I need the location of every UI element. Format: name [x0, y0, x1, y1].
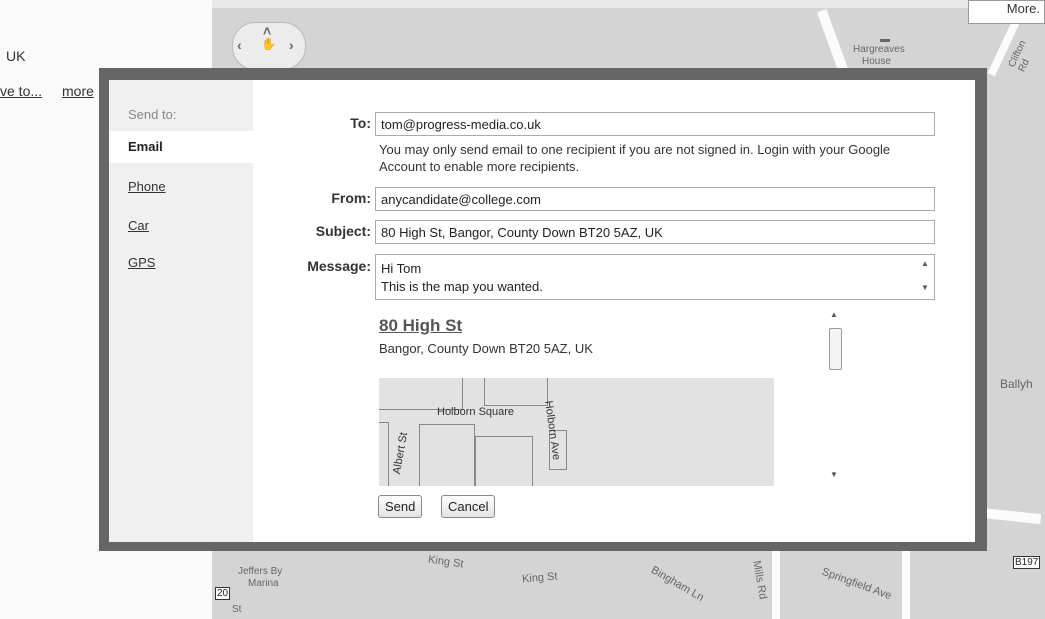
sidebar-title: Send to:	[128, 107, 177, 122]
from-label: From:	[331, 190, 371, 206]
link-fragment-1[interactable]: ve to...	[0, 83, 42, 99]
map-block	[475, 436, 533, 486]
map-block	[379, 422, 389, 486]
pan-control[interactable]: ‹ ˄ ✋ ›	[232, 22, 306, 70]
map-road	[902, 548, 910, 619]
map-block	[484, 378, 548, 406]
map-preview: 80 High St Bangor, County Down BT20 5AZ,…	[375, 306, 861, 486]
street-label: Holborn Square	[437, 406, 515, 418]
pan-left-icon[interactable]: ‹	[237, 37, 242, 53]
map-label: Ballyh	[1000, 377, 1033, 391]
link-fragment-2[interactable]: more	[62, 83, 94, 99]
hand-icon[interactable]: ✋	[261, 37, 276, 51]
sidebar-item-car[interactable]: Car	[128, 218, 149, 233]
subject-field[interactable]	[375, 220, 935, 244]
send-to-sidebar: Send to: Email Phone Car GPS	[109, 80, 254, 542]
map-block	[419, 424, 475, 486]
scroll-down-icon[interactable]: ▼	[830, 470, 838, 479]
scroll-up-icon[interactable]: ▲	[830, 310, 838, 319]
to-label: To:	[350, 115, 371, 131]
scroll-thumb[interactable]	[829, 328, 842, 370]
to-field[interactable]	[375, 112, 935, 136]
sidebar-item-email[interactable]: Email	[109, 131, 254, 163]
preview-address: Bangor, County Down BT20 5AZ, UK	[379, 341, 593, 356]
sidebar-item-gps[interactable]: GPS	[128, 255, 155, 270]
road-number-badge: 20	[215, 587, 231, 600]
road-badge: B197	[1013, 556, 1041, 569]
map-road	[772, 548, 780, 619]
message-textarea[interactable]: Hi Tom This is the map you wanted. ▲ ▼	[375, 254, 935, 300]
more-button[interactable]: More.	[968, 0, 1045, 24]
recipient-note: You may only send email to one recipient…	[379, 142, 891, 174]
scroll-down-icon[interactable]: ▼	[921, 283, 929, 292]
scroll-up-icon[interactable]: ▲	[921, 259, 929, 268]
pan-right-icon[interactable]: ›	[289, 37, 294, 53]
from-field[interactable]	[375, 187, 935, 211]
street-label: Albert St	[391, 431, 411, 476]
message-label: Message:	[307, 258, 371, 274]
message-scrollbar[interactable]: ▲ ▼	[918, 255, 934, 299]
message-line: This is the map you wanted.	[381, 279, 543, 294]
message-line: Hi Tom	[381, 261, 422, 276]
preview-title[interactable]: 80 High St	[379, 316, 462, 336]
map-label: Hargreaves	[853, 44, 905, 55]
map-label: St	[232, 604, 242, 615]
map-label: House	[862, 56, 891, 67]
location-fragment: UK	[6, 48, 26, 64]
sidebar-item-phone[interactable]: Phone	[128, 179, 166, 194]
send-button[interactable]: Send	[378, 495, 423, 518]
cancel-button[interactable]: Cancel	[441, 495, 496, 518]
send-dialog: Send to: Email Phone Car GPS To: You may…	[109, 80, 975, 542]
preview-map-image: Holborn Square Holborn Ave Albert St	[379, 378, 774, 486]
map-label: Marina	[248, 578, 279, 589]
preview-scrollbar[interactable]: ▲ ▼	[827, 306, 843, 486]
subject-label: Subject:	[315, 223, 371, 239]
map-label: Jeffers By	[238, 566, 283, 577]
